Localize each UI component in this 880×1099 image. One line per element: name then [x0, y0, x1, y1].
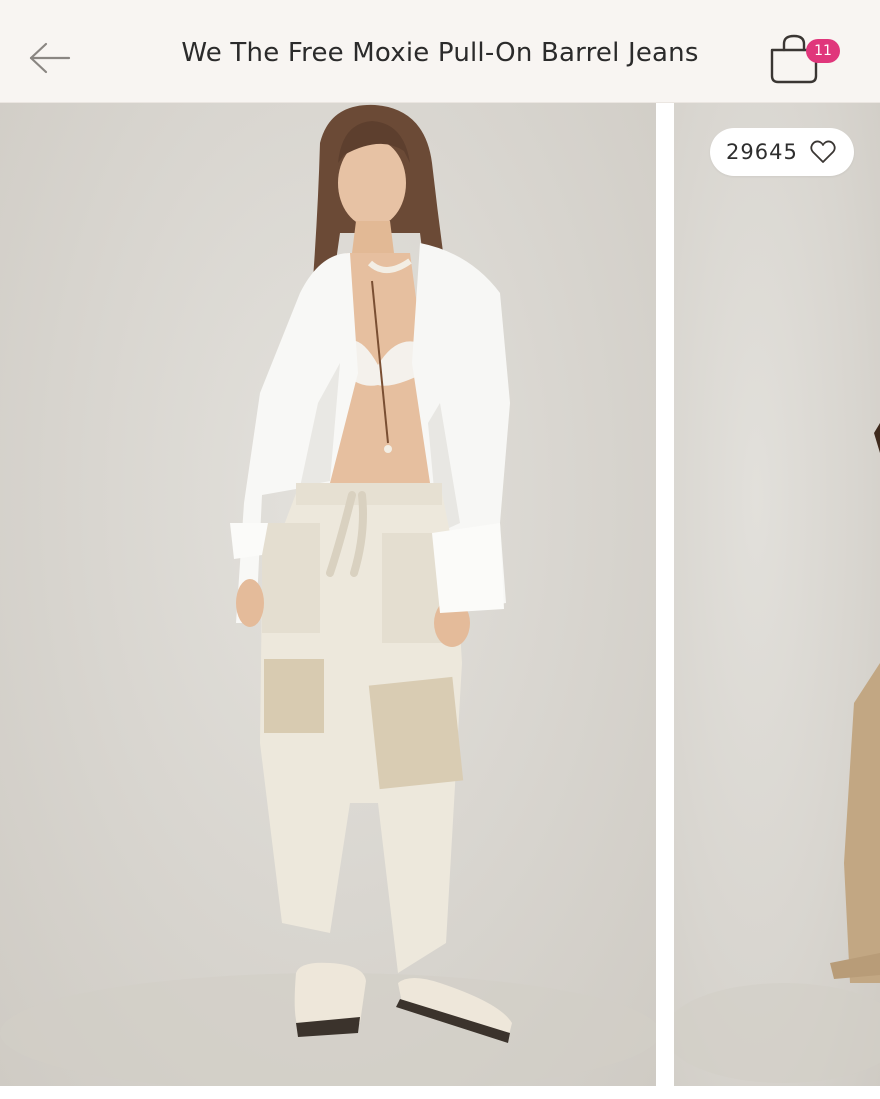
model-photo-illustration — [0, 104, 656, 1086]
likes-count: 29645 — [726, 140, 798, 164]
shopping-bag-button[interactable]: 11 — [762, 28, 846, 88]
top-bar: We The Free Moxie Pull-On Barrel Jeans 1… — [0, 0, 880, 103]
product-gallery-screen: We The Free Moxie Pull-On Barrel Jeans 1… — [0, 0, 880, 1099]
product-image-next[interactable] — [674, 103, 880, 1086]
favorite-button[interactable]: 29645 — [710, 128, 854, 176]
next-photo-illustration — [674, 423, 880, 1083]
image-divider — [656, 103, 674, 1086]
page-title: We The Free Moxie Pull-On Barrel Jeans — [181, 38, 699, 68]
arrow-left-icon — [28, 41, 72, 75]
image-carousel[interactable]: 29645 — [0, 103, 880, 1089]
back-button[interactable] — [22, 34, 78, 82]
heart-outline-icon — [810, 140, 836, 164]
cart-count-badge: 11 — [806, 39, 840, 63]
product-image-main[interactable] — [0, 103, 656, 1086]
